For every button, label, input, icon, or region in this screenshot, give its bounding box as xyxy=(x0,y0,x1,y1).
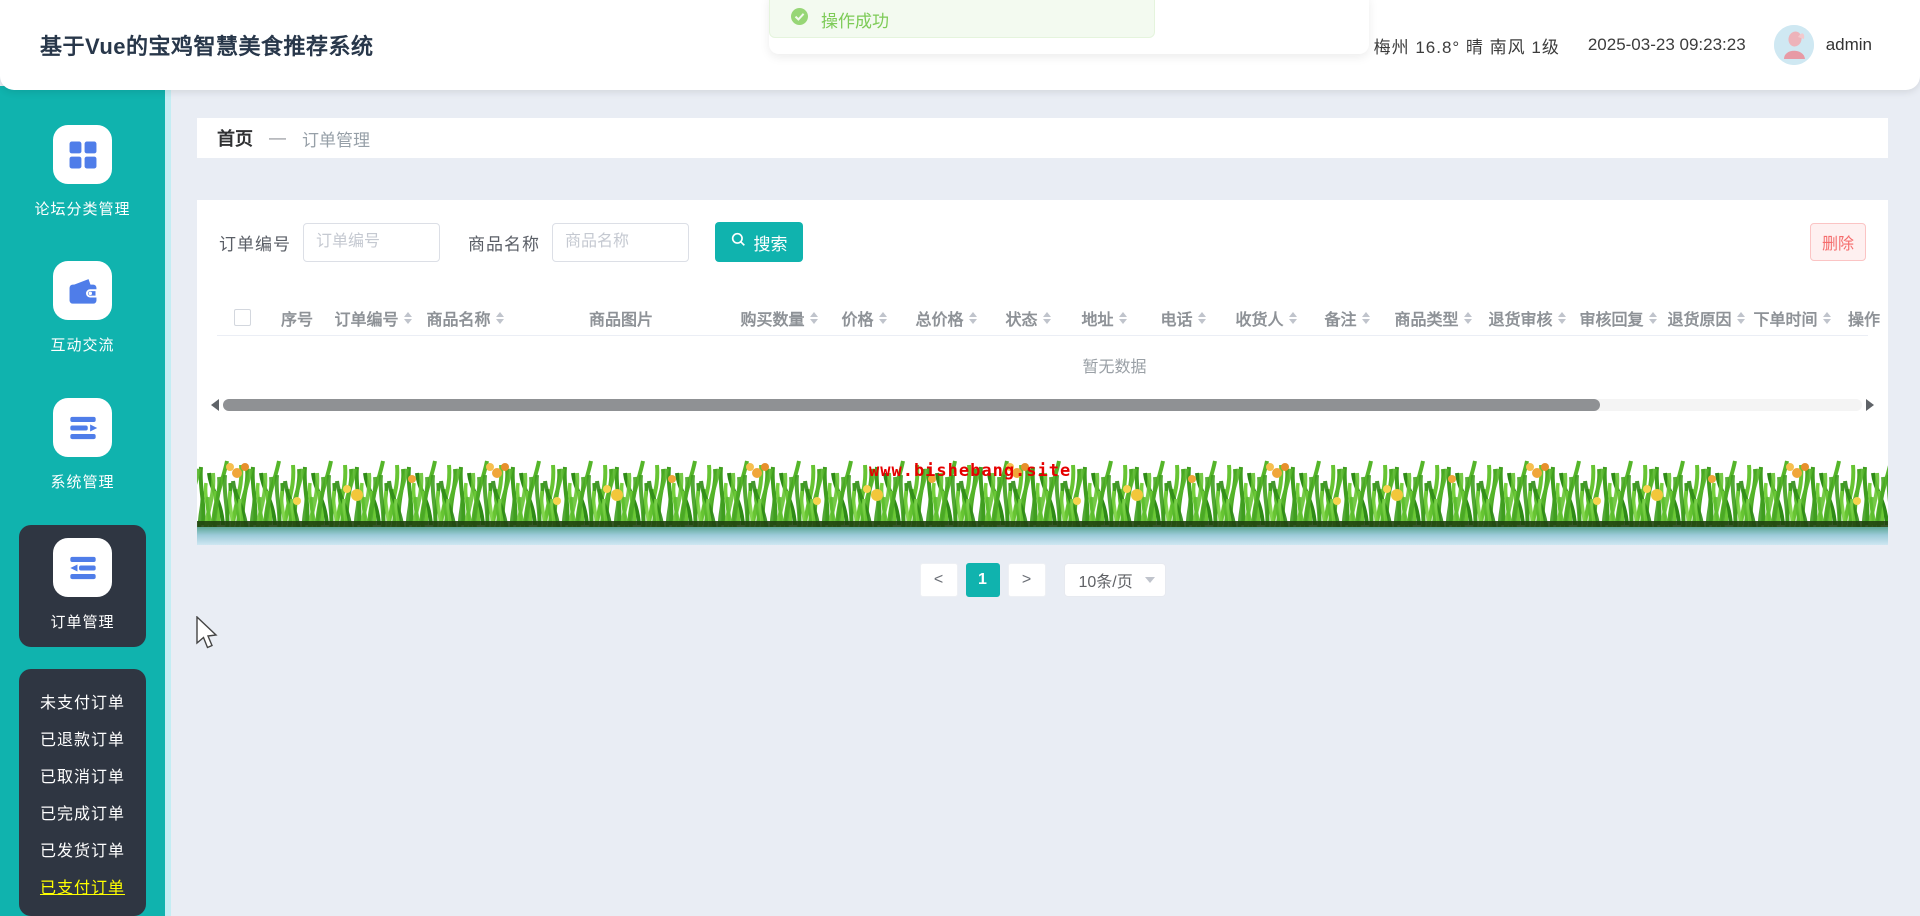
sidebar-item-label: 系统管理 xyxy=(50,474,115,491)
sidebar-item-interaction[interactable]: 互动交流 xyxy=(0,261,165,355)
col-order-time[interactable]: 下单时间 xyxy=(1749,306,1835,330)
scroll-left-icon[interactable] xyxy=(211,399,219,411)
sidebar-item-label: 互动交流 xyxy=(50,337,115,354)
order-list-icon xyxy=(53,538,112,597)
empty-state: 暂无数据 xyxy=(1082,359,1147,376)
weather-info: 梅州 16.8° 晴 南风 1级 xyxy=(1373,37,1560,57)
col-remark[interactable]: 备注 xyxy=(1309,306,1385,330)
select-all-cell[interactable] xyxy=(217,309,267,326)
watermark-text: www.bishebang.site xyxy=(869,461,1072,481)
col-return-reason[interactable]: 退货原因 xyxy=(1663,306,1749,330)
col-audit-reply[interactable]: 审核回复 xyxy=(1573,306,1663,330)
submenu-item-cancelled[interactable]: 已取消订单 xyxy=(40,763,125,787)
pagination: < 1 > 10条/页 xyxy=(197,563,1888,597)
scrollbar-track[interactable] xyxy=(223,399,1862,411)
col-address[interactable]: 地址 xyxy=(1065,306,1143,330)
submenu-item-unpaid[interactable]: 未支付订单 xyxy=(40,689,125,713)
sort-carets-icon xyxy=(1648,311,1657,324)
table-header: 序号 订单编号 商品名称 商品图片 购买数量 价格 总价格 状态 地址 电话 收… xyxy=(217,300,1880,336)
sort-carets-icon xyxy=(1557,311,1566,324)
sidebar: 论坛分类管理 互动交流 系统管理 订单管理 未支付订单 已退款订单 已取消订单 … xyxy=(0,86,171,916)
sort-carets-icon xyxy=(403,311,412,324)
col-quantity[interactable]: 购买数量 xyxy=(731,306,827,330)
col-order-no[interactable]: 订单编号 xyxy=(327,306,419,330)
sort-carets-icon xyxy=(1042,311,1051,324)
filter-row: 订单编号 商品名称 搜索 删除 xyxy=(197,200,1888,262)
breadcrumb: 首页 — 订单管理 xyxy=(197,118,1888,158)
select-all-checkbox[interactable] xyxy=(233,309,251,326)
breadcrumb-home[interactable]: 首页 xyxy=(217,125,253,151)
col-phone[interactable]: 电话 xyxy=(1143,306,1223,330)
sort-carets-icon xyxy=(1118,311,1127,324)
orders-submenu: 未支付订单 已退款订单 已取消订单 已完成订单 已发货订单 已支付订单 xyxy=(19,669,146,916)
page-title: 基于Vue的宝鸡智慧美食推荐系统 xyxy=(40,34,374,59)
pagination-page-1[interactable]: 1 xyxy=(965,563,1000,597)
sort-carets-icon xyxy=(495,311,504,324)
submenu-item-shipped[interactable]: 已发货订单 xyxy=(40,837,125,861)
order-no-input[interactable] xyxy=(303,222,440,262)
toast-message: 操作成功 xyxy=(821,11,889,31)
sort-carets-icon xyxy=(1361,311,1370,324)
submenu-item-refunded[interactable]: 已退款订单 xyxy=(40,726,125,750)
wallet-icon xyxy=(53,261,112,320)
col-index: 序号 xyxy=(280,311,313,329)
pagination-next-button[interactable]: > xyxy=(1007,563,1046,597)
chevron-down-icon xyxy=(1144,577,1155,583)
sidebar-item-label: 订单管理 xyxy=(50,614,115,631)
search-button[interactable]: 搜索 xyxy=(715,222,803,262)
col-product-image: 商品图片 xyxy=(588,311,653,329)
col-actions: 操作 xyxy=(1847,311,1880,329)
col-return-audit[interactable]: 退货审核 xyxy=(1481,306,1573,330)
breadcrumb-current: 订单管理 xyxy=(302,130,370,150)
datetime: 2025-03-23 09:23:23 xyxy=(1587,35,1746,54)
orders-panel: 订单编号 商品名称 搜索 删除 序号 订单编号 商品名称 商品图片 购买数量 价… xyxy=(197,200,1888,545)
search-button-label: 搜索 xyxy=(753,234,788,254)
product-name-input[interactable] xyxy=(552,222,689,262)
grid-icon xyxy=(53,125,112,184)
horizontal-scrollbar xyxy=(211,398,1874,412)
main-content: 首页 — 订单管理 订单编号 商品名称 搜索 删除 序号 订单编号 商品名称 商… xyxy=(171,90,1920,916)
sidebar-item-orders[interactable]: 订单管理 xyxy=(19,525,146,647)
col-product-name[interactable]: 商品名称 xyxy=(419,306,511,330)
list-lines-icon xyxy=(53,398,112,457)
sort-carets-icon xyxy=(1197,311,1206,324)
col-price[interactable]: 价格 xyxy=(827,306,901,330)
submenu-item-paid[interactable]: 已支付订单 xyxy=(40,874,125,898)
success-toast: 操作成功 xyxy=(769,0,1155,38)
sort-carets-icon xyxy=(809,311,818,324)
delete-button[interactable]: 删除 xyxy=(1810,223,1866,261)
search-icon xyxy=(731,232,746,252)
user-menu[interactable]: admin xyxy=(1773,25,1872,65)
success-check-icon xyxy=(790,7,809,31)
sort-carets-icon xyxy=(1463,311,1472,324)
sort-carets-icon xyxy=(1736,311,1745,324)
col-total-price[interactable]: 总价格 xyxy=(901,306,991,330)
submenu-item-completed[interactable]: 已完成订单 xyxy=(40,800,125,824)
page-size-select[interactable]: 10条/页 xyxy=(1063,563,1166,597)
col-receiver[interactable]: 收货人 xyxy=(1223,306,1309,330)
product-name-label: 商品名称 xyxy=(468,234,540,254)
col-status[interactable]: 状态 xyxy=(991,306,1065,330)
pagination-prev-button[interactable]: < xyxy=(919,563,958,597)
breadcrumb-separator: — xyxy=(269,128,286,147)
order-no-label: 订单编号 xyxy=(219,234,291,254)
sort-carets-icon xyxy=(1822,311,1831,324)
sort-carets-icon xyxy=(1288,311,1297,324)
col-product-type[interactable]: 商品类型 xyxy=(1385,306,1481,330)
avatar[interactable] xyxy=(1773,25,1814,65)
sort-carets-icon xyxy=(878,311,887,324)
scroll-right-icon[interactable] xyxy=(1866,399,1874,411)
sort-carets-icon xyxy=(968,311,977,324)
sidebar-item-system[interactable]: 系统管理 xyxy=(0,398,165,492)
sidebar-item-forum-category[interactable]: 论坛分类管理 xyxy=(0,125,165,219)
page-size-value: 10条/页 xyxy=(1078,574,1133,591)
grass-decoration: www.bishebang.site xyxy=(197,441,1888,545)
sidebar-item-label: 论坛分类管理 xyxy=(34,201,131,218)
username[interactable]: admin xyxy=(1826,35,1872,55)
scrollbar-thumb[interactable] xyxy=(223,399,1600,411)
